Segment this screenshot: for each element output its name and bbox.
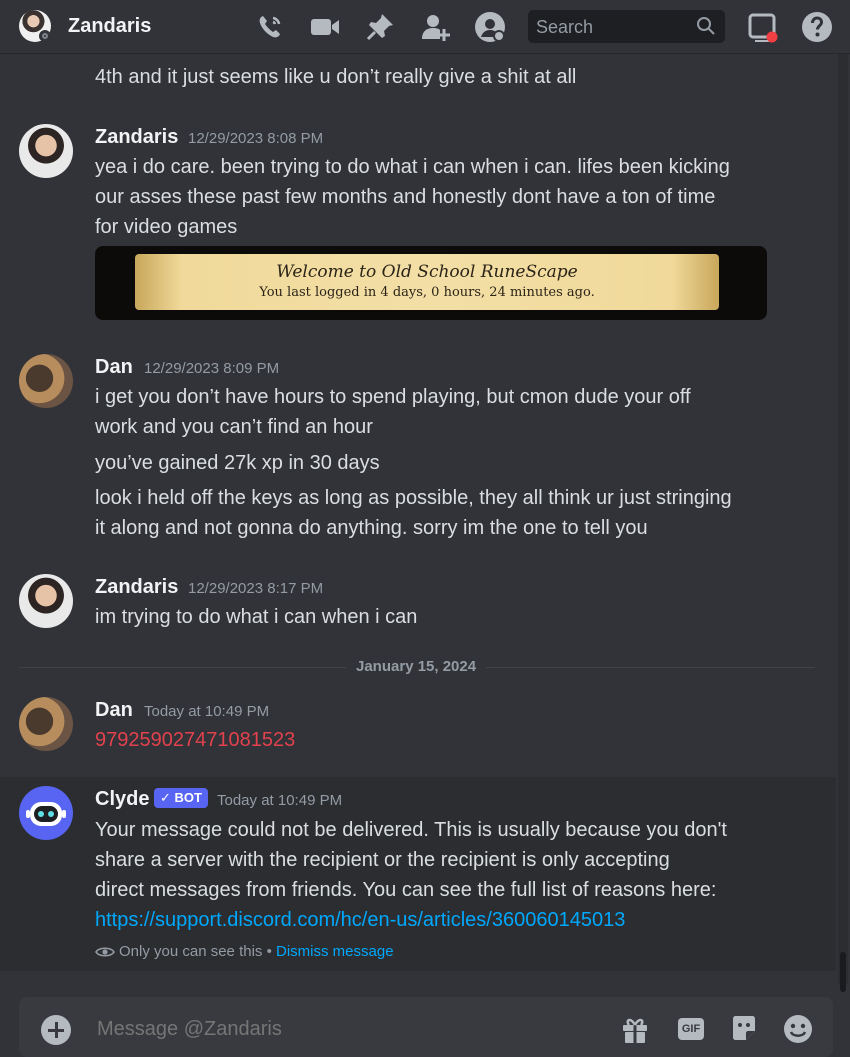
message-text: you’ve gained 27k xp in 30 days (95, 452, 380, 474)
message-text: look i held off the keys as long as poss… (95, 487, 732, 509)
status-indicator (39, 30, 51, 42)
search-input[interactable]: Search (528, 10, 725, 43)
message-text: direct messages from friends. You can se… (95, 879, 717, 901)
bot-avatar[interactable] (19, 786, 73, 840)
timestamp: 12/29/2023 8:17 PM (188, 580, 324, 597)
upload-button[interactable] (41, 1015, 71, 1045)
message-text: work and you can’t find an hour (95, 416, 373, 438)
search-placeholder: Search (536, 17, 594, 37)
parchment-banner: Welcome to Old School RuneScape You last… (135, 254, 719, 310)
message-text: it along and not gonna do anything. sorr… (95, 517, 648, 539)
gift-icon[interactable] (619, 1013, 651, 1045)
message-list[interactable]: 4th and it just seems like u don’t reall… (0, 54, 850, 984)
support-link[interactable]: https://support.discord.com/hc/en-us/art… (95, 905, 775, 935)
avatar[interactable] (19, 697, 73, 751)
message-text: for video games (95, 216, 238, 238)
banner-subtitle: You last logged in 4 days, 0 hours, 24 m… (259, 285, 595, 300)
author-name[interactable]: Zandaris (95, 576, 178, 599)
clyde-robot-icon (26, 802, 66, 826)
message-text: yea i do care. been trying to do what i … (95, 156, 730, 178)
bot-badge: ✓ BOT (154, 788, 208, 808)
gif-button[interactable]: GIF (678, 1018, 704, 1040)
timestamp: Today at 10:49 PM (144, 703, 270, 720)
eye-icon (95, 947, 115, 957)
author-name[interactable]: Dan (95, 699, 133, 722)
banner-title: Welcome to Old School RuneScape (276, 262, 578, 282)
message-text: 4th and it just seems like u don’t reall… (95, 66, 577, 88)
channel-title[interactable]: Zandaris (68, 15, 151, 38)
message-text: Your message could not be delivered. Thi… (95, 819, 727, 841)
dismiss-message-link[interactable]: Dismiss message (276, 943, 394, 960)
timestamp: 12/29/2023 8:08 PM (188, 130, 324, 147)
avatar[interactable] (19, 354, 73, 408)
author-name[interactable]: Zandaris (95, 126, 178, 149)
user-profile-icon[interactable] (474, 11, 506, 43)
message-text: our asses these past few months and hone… (95, 186, 716, 208)
message-text: share a server with the recipient or the… (95, 849, 670, 871)
ephemeral-text: Only you can see this (119, 943, 263, 960)
search-icon (697, 17, 715, 35)
scrollbar-thumb[interactable] (840, 952, 846, 992)
message-text: i get you don’t have hours to spend play… (95, 386, 691, 408)
message-composer: GIF (19, 997, 833, 1057)
separator: • (262, 943, 277, 960)
voice-call-icon[interactable] (254, 11, 286, 43)
message-text: im trying to do what i can when i can (95, 606, 418, 628)
sticker-icon[interactable] (728, 1013, 760, 1045)
help-icon[interactable] (801, 11, 833, 43)
avatar[interactable] (19, 574, 73, 628)
scrollbar-track[interactable] (838, 54, 848, 984)
add-friend-icon[interactable] (419, 11, 451, 43)
emoji-icon[interactable] (782, 1013, 814, 1045)
message-text: 979259027471081523 (95, 729, 296, 751)
message-input[interactable] (95, 1017, 579, 1042)
author-name[interactable]: Dan (95, 356, 133, 379)
pin-icon[interactable] (364, 11, 396, 43)
avatar[interactable] (19, 124, 73, 178)
channel-header: Zandaris Search (0, 0, 850, 54)
image-attachment[interactable]: Welcome to Old School RuneScape You last… (95, 246, 767, 320)
author-name[interactable]: Clyde (95, 788, 149, 811)
timestamp: Today at 10:49 PM (217, 792, 343, 809)
date-divider-label: January 15, 2024 (346, 658, 487, 675)
ephemeral-notice: Only you can see this • Dismiss message (95, 943, 394, 960)
timestamp: 12/29/2023 8:09 PM (144, 360, 280, 377)
inbox-icon[interactable] (747, 11, 779, 43)
video-call-icon[interactable] (309, 11, 341, 43)
